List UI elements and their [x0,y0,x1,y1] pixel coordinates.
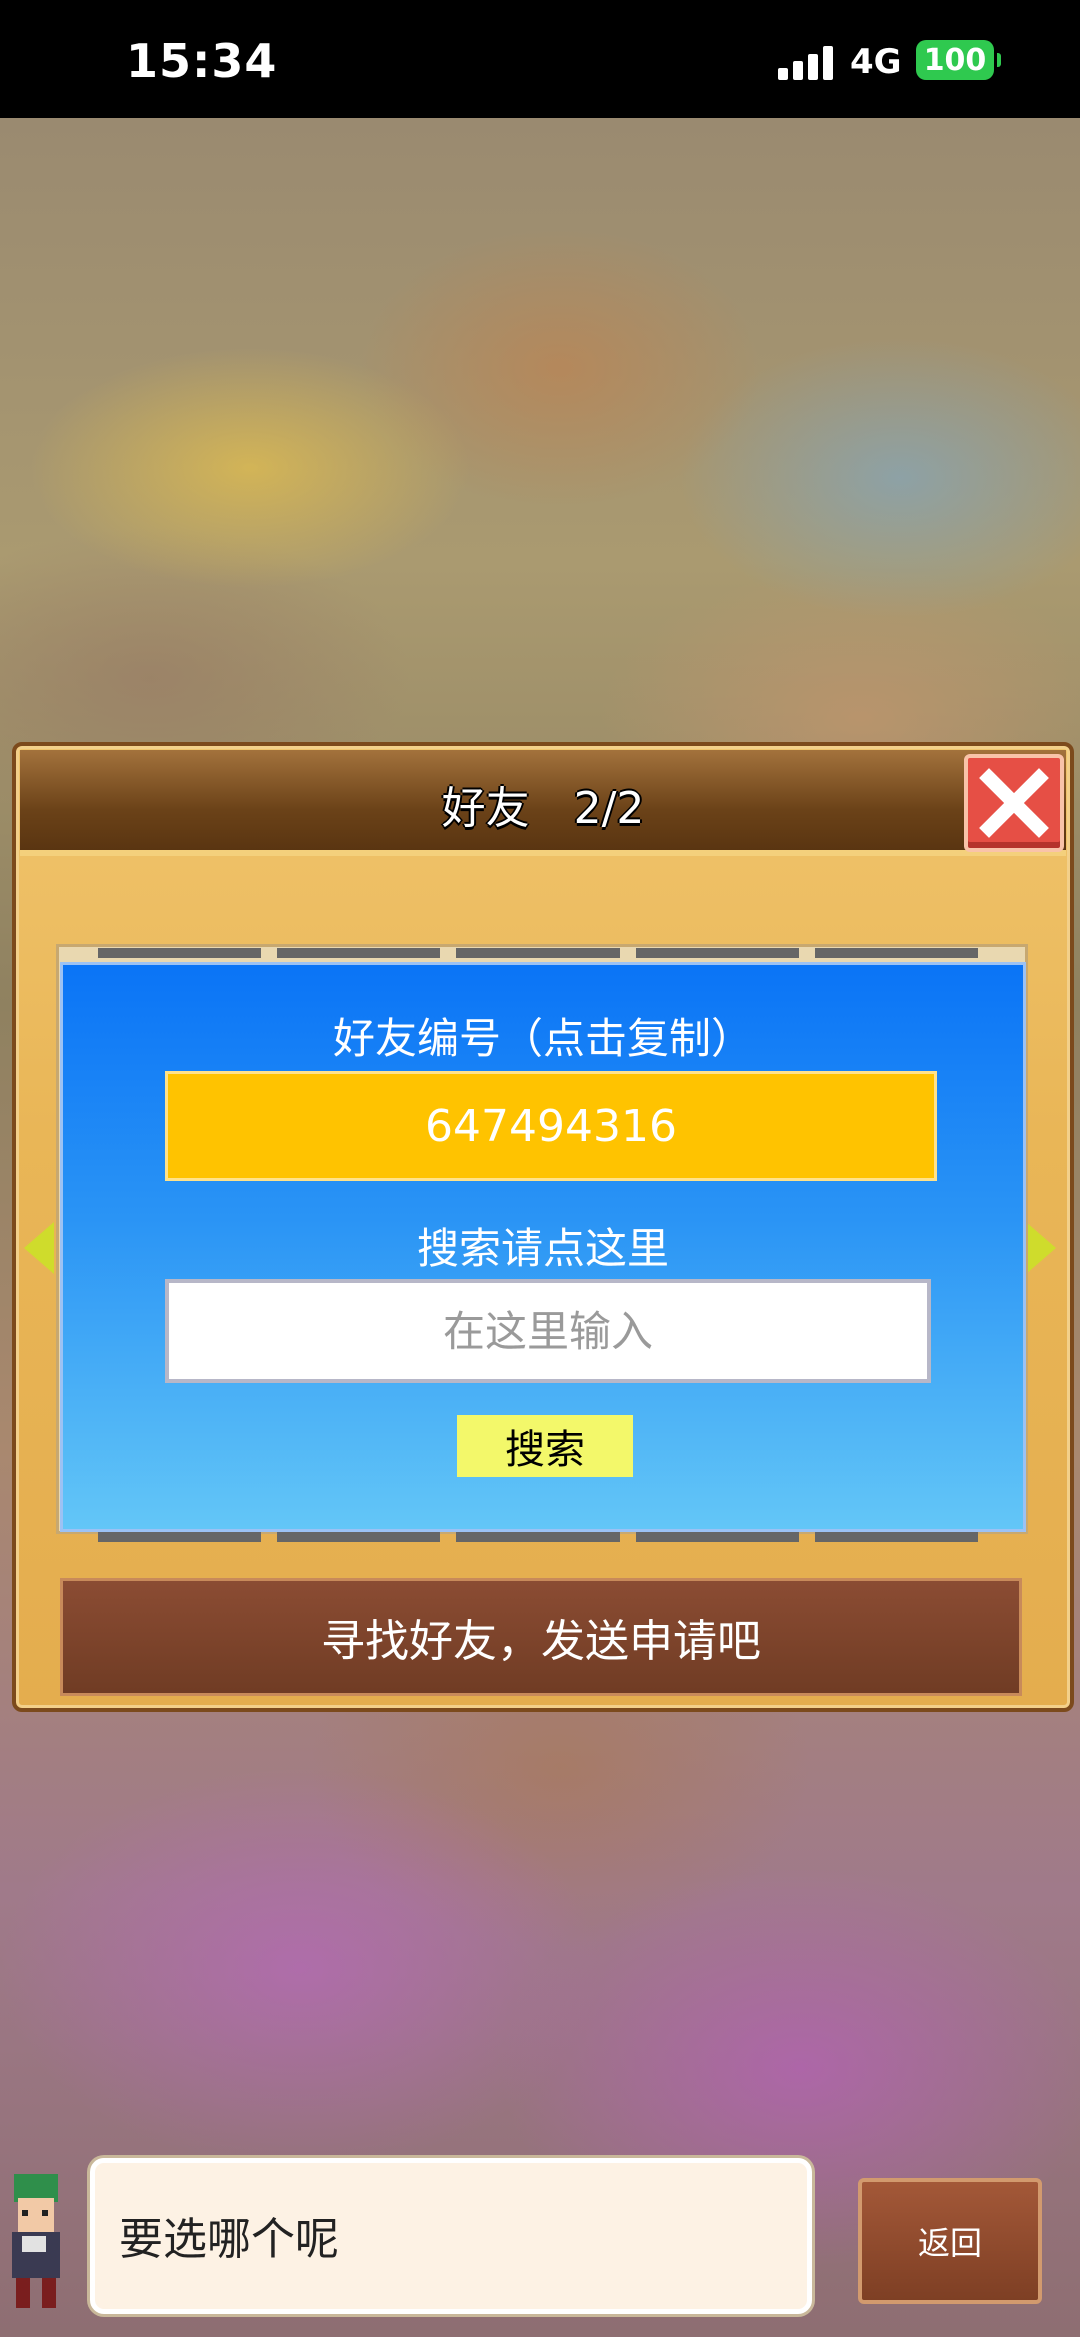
close-button[interactable] [964,754,1064,852]
clock: 15:34 [126,34,278,88]
find-friends-button[interactable]: 寻找好友，发送申请吧 [60,1578,1022,1696]
dialog-header: 好友 2/2 [20,750,1066,856]
network-type: 4G [850,42,902,82]
dialog-title: 好友 2/2 [441,783,645,834]
signal-icon [778,46,834,80]
tab-strip-top [98,948,979,958]
close-icon [979,768,1049,838]
friend-search-panel: 好友编号（点击复制） 647494316 搜索请点这里 搜索 [60,962,1026,1532]
speech-text: 要选哪个呢 [119,2214,339,2265]
speech-bubble: 要选哪个呢 [90,2158,812,2314]
search-label: 搜索请点这里 [416,1224,669,1273]
battery-icon: 100 [916,40,1001,80]
friend-id-copy-button[interactable]: 647494316 [165,1071,937,1181]
search-button[interactable]: 搜索 [457,1415,633,1477]
arrow-right-icon[interactable] [1026,1222,1056,1274]
tab-strip-bottom [98,1532,979,1542]
back-button[interactable]: 返回 [858,2178,1042,2304]
arrow-left-icon[interactable] [24,1222,54,1274]
status-bar: 15:34 4G 100 [0,0,1080,118]
avatar [0,2158,80,2318]
search-input[interactable] [165,1279,931,1383]
friend-id-label: 好友编号（点击复制） [332,1014,753,1063]
